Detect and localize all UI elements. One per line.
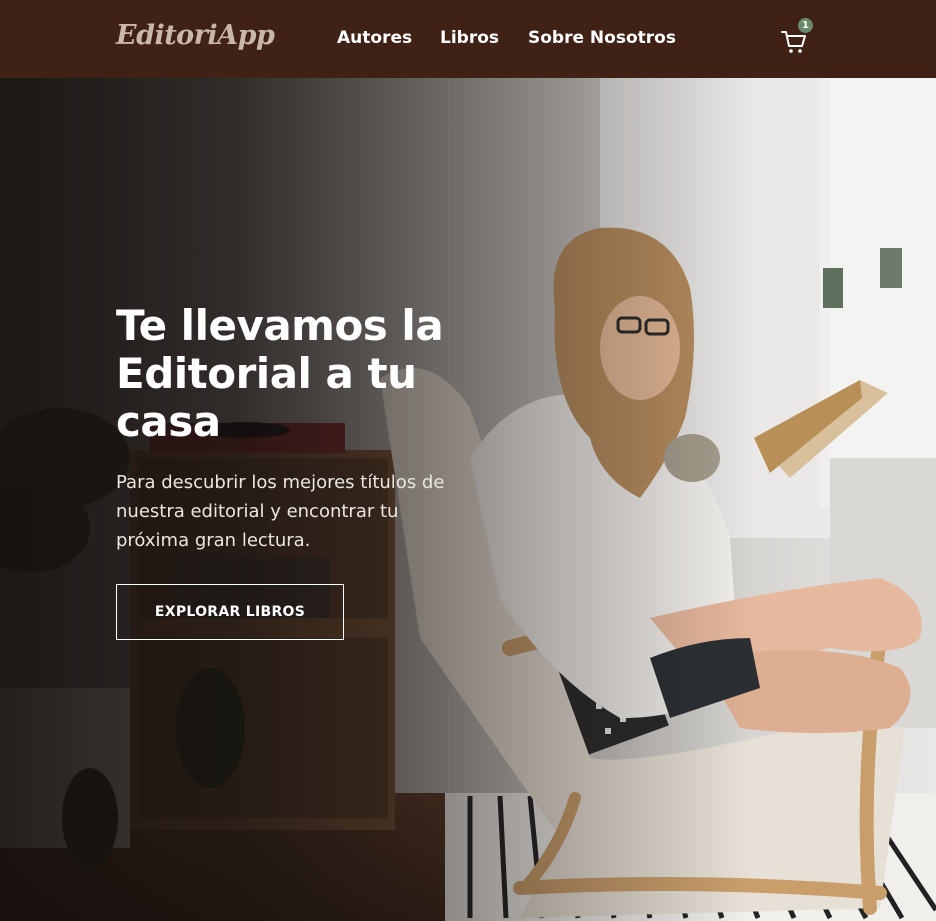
explore-books-button[interactable]: EXPLORAR LIBROS	[116, 584, 344, 640]
brand-logo[interactable]: EditoriApp	[116, 20, 275, 51]
navbar: EditoriApp Autores Libros Sobre Nosotros…	[0, 0, 936, 78]
hero-section: Te llevamos la Editorial a tu casa Para …	[0, 78, 936, 921]
cart-count-badge: 1	[798, 18, 813, 33]
hero-subtitle: Para descubrir los mejores títulos de nu…	[116, 472, 445, 551]
nav-link-sobre-nosotros[interactable]: Sobre Nosotros	[528, 28, 676, 48]
nav-link-libros[interactable]: Libros	[440, 28, 499, 48]
hero-title: Te llevamos la Editorial a tu casa	[116, 301, 444, 446]
nav-link-autores[interactable]: Autores	[337, 28, 412, 48]
